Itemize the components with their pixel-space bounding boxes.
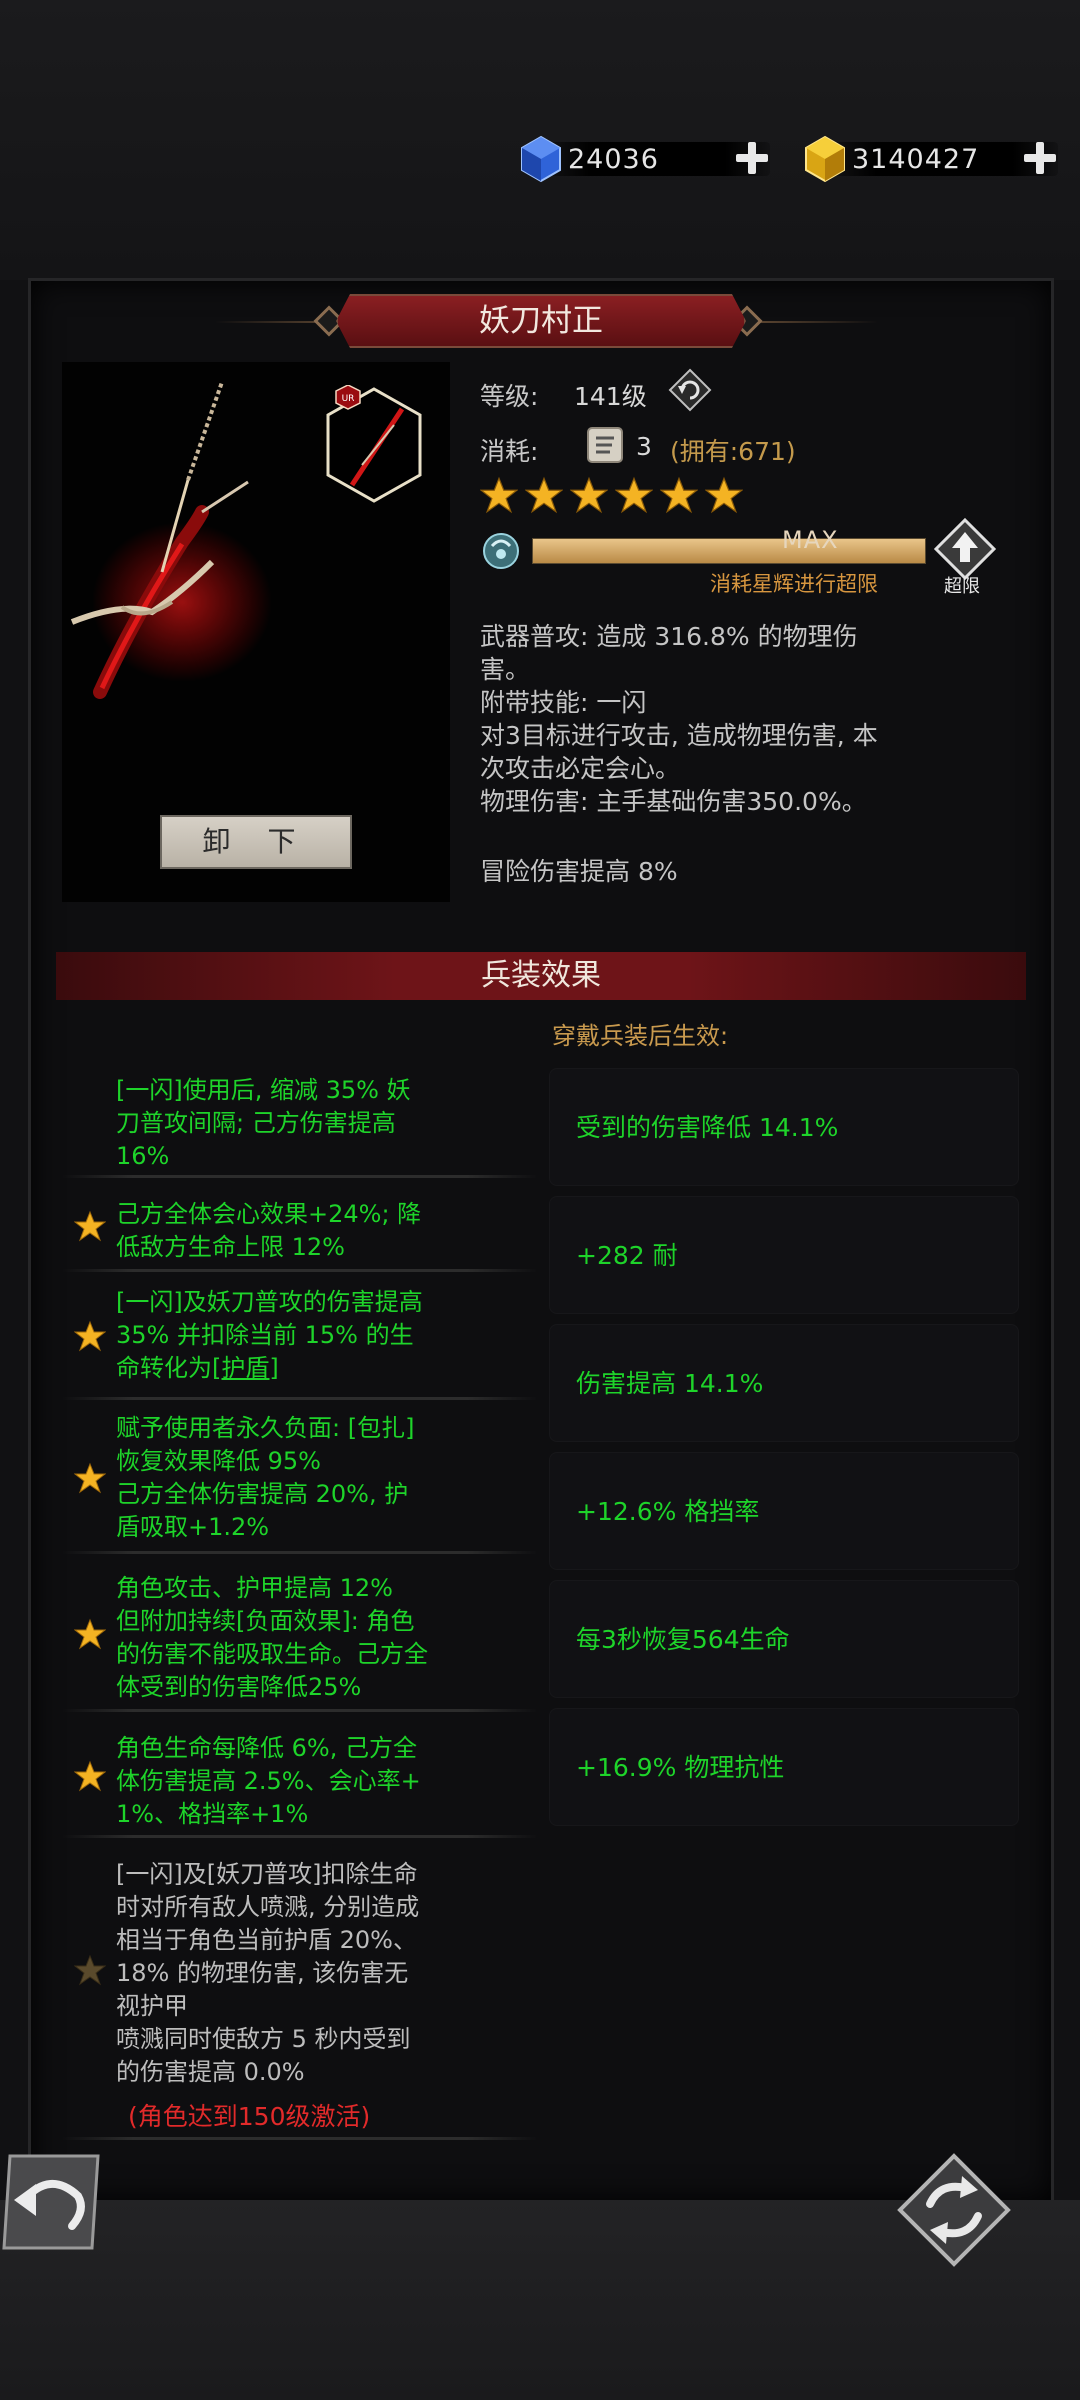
stat-text: +12.6% 格挡率	[576, 1497, 760, 1526]
gold-count: 3140427	[852, 144, 980, 175]
back-arrow-icon[interactable]	[0, 2150, 104, 2254]
effect-line: 己方全体会心效果+24%; 降	[116, 1200, 422, 1228]
star-icon	[74, 1462, 106, 1494]
effect-line: 刀普攻间隔; 己方伤害提高	[116, 1109, 396, 1137]
stat-text: +16.9% 物理抗性	[576, 1753, 785, 1782]
effect-line: 赋予使用者永久负面: [包扎]	[116, 1414, 415, 1442]
effect-line: 喷溅同时使敌方 5 秒内受到	[116, 2025, 411, 2053]
title-ornament-right	[760, 321, 878, 323]
star-essence-icon	[483, 533, 519, 569]
effect-line: 角色攻击、护甲提高 12%	[116, 1574, 393, 1602]
effect-row-1: [一闪]使用后, 缩减 35% 妖 刀普攻间隔; 己方伤害提高 16%	[62, 1064, 538, 1178]
star-icon	[74, 1760, 106, 1792]
effect-line: [一闪]使用后, 缩减 35% 妖	[116, 1076, 411, 1104]
shield-keyword-link[interactable]: [护盾]	[212, 1354, 279, 1382]
effect-line: 相当于角色当前护盾 20%、	[116, 1926, 417, 1954]
effect-row-6: 角色生命每降低 6%, 己方全 体伤害提高 2.5%、会心率+ 1%、格挡率+1…	[62, 1714, 538, 1838]
progress-max-label: MAX	[782, 526, 839, 554]
stat-box: 受到的伤害降低 14.1%	[549, 1068, 1019, 1186]
stat-box: 伤害提高 14.1%	[549, 1324, 1019, 1442]
effect-row-2: 己方全体会心效果+24%; 降 低敌方生命上限 12%	[62, 1180, 538, 1272]
locked-star-icon	[74, 1954, 106, 1986]
effect-line: 的伤害不能吸取生命。己方全	[116, 1640, 428, 1668]
effect-line: 35% 并扣除当前 15% 的生	[116, 1321, 414, 1349]
effect-row-4: 赋予使用者永久负面: [包扎] 恢复效果降低 95% 己方全体伤害提高 20%,…	[62, 1402, 538, 1554]
effects-title: 兵装效果	[481, 958, 601, 993]
effect-line: 体伤害提高 2.5%、会心率+	[116, 1767, 421, 1795]
star-icon	[705, 476, 743, 514]
effect-line: 体受到的伤害降低25%	[116, 1673, 362, 1701]
description-line: 附带技能: 一闪	[480, 688, 647, 717]
level-cycle-icon[interactable]	[668, 368, 712, 412]
upgrade-progress-fill	[533, 539, 925, 563]
stat-box: 每3秒恢复564生命	[549, 1580, 1019, 1698]
wear-effect-label: 穿戴兵装后生效:	[552, 1022, 729, 1050]
star-icon	[480, 476, 518, 514]
effect-line: 角色生命每降低 6%, 己方全	[116, 1734, 417, 1762]
effect-line: [一闪]及[妖刀普攻]扣除生命	[116, 1860, 418, 1888]
effect-line: 时对所有敌人喷溅, 分别造成	[116, 1893, 420, 1921]
gem-currency: 24036	[516, 134, 770, 184]
activation-requirement: (角色达到150级激活)	[128, 2102, 371, 2131]
effect-line: 18% 的物理伤害, 该伤害无	[116, 1959, 409, 1987]
effect-line: 1%、格挡率+1%	[116, 1800, 309, 1828]
description-line: 对3目标进行攻击, 造成物理伤害, 本	[480, 721, 878, 750]
add-gold-button[interactable]	[1022, 140, 1058, 176]
weapon-description: 武器普攻: 造成 316.8% 的物理伤 害。 附带技能: 一闪 对3目标进行攻…	[480, 620, 1020, 818]
add-gems-button[interactable]	[734, 140, 770, 176]
effect-row-5: 角色攻击、护甲提高 12% 但附加持续[负面效果]: 角色 的伤害不能吸取生命。…	[62, 1556, 538, 1712]
description-line: 次攻击必定会心。	[480, 754, 681, 783]
effect-line: 视护甲	[116, 1992, 188, 2020]
material-scroll-icon	[587, 427, 623, 463]
adventure-bonus: 冒险伤害提高 8%	[480, 857, 678, 886]
star-icon	[74, 1618, 106, 1650]
weapon-thumbnail: UR	[326, 385, 422, 503]
description-line: 武器普攻: 造成 316.8% 的物理伤	[480, 622, 858, 651]
exceed-hint: 消耗星辉进行超限	[710, 572, 878, 596]
effect-row-3: [一闪]及妖刀普攻的伤害提高 35% 并扣除当前 15% 的生 命转化为[护盾]	[62, 1274, 538, 1400]
blue-gem-icon	[521, 135, 561, 183]
gold-currency: 3140427	[800, 134, 1058, 184]
star-icon	[525, 476, 563, 514]
stat-box: +282 耐	[549, 1196, 1019, 1314]
stat-text: +282 耐	[576, 1241, 678, 1270]
effect-line: 命转化为	[116, 1354, 212, 1382]
effect-line: 盾吸取+1.2%	[116, 1513, 270, 1541]
stat-box: +16.9% 物理抗性	[549, 1708, 1019, 1826]
weapon-name: 妖刀村正	[479, 303, 603, 339]
star-icon	[660, 476, 698, 514]
effect-line: 恢复效果降低 95%	[116, 1447, 321, 1475]
cost-label: 消耗:	[480, 437, 539, 466]
exceed-label: 超限	[944, 576, 980, 597]
upgrade-progress-bar	[532, 538, 926, 564]
effect-line: 16%	[116, 1142, 170, 1170]
star-icon	[74, 1210, 106, 1242]
description-line: 物理伤害: 主手基础伤害350.0%。	[480, 787, 867, 816]
description-line: 害。	[480, 655, 531, 684]
stat-text: 每3秒恢复564生命	[576, 1625, 790, 1654]
gem-count: 24036	[568, 144, 659, 175]
effect-line: 低敌方生命上限 12%	[116, 1233, 345, 1261]
rarity-badge: UR	[342, 394, 355, 404]
cost-owned: (拥有:671)	[670, 437, 796, 466]
cost-amount: 3	[636, 432, 652, 461]
stat-box: +12.6% 格挡率	[549, 1452, 1019, 1570]
star-icon	[615, 476, 653, 514]
level-label: 等级:	[480, 382, 539, 411]
effect-line: 但附加持续[负面效果]: 角色	[116, 1607, 415, 1635]
stat-text: 受到的伤害降低 14.1%	[576, 1113, 839, 1142]
level-value: 141级	[574, 382, 647, 411]
stat-text: 伤害提高 14.1%	[576, 1369, 764, 1398]
effect-row-7-locked: [一闪]及[妖刀普攻]扣除生命 时对所有敌人喷溅, 分别造成 相当于角色当前护盾…	[62, 1840, 538, 2140]
exceed-arrow-icon[interactable]	[934, 518, 996, 580]
star-icon	[74, 1320, 106, 1352]
gold-gem-icon	[805, 135, 845, 183]
unequip-button[interactable]: 卸 下	[160, 815, 352, 869]
effect-line: 己方全体伤害提高 20%, 护	[116, 1480, 409, 1508]
refresh-icon[interactable]	[896, 2152, 1012, 2268]
effect-line: [一闪]及妖刀普攻的伤害提高	[116, 1288, 423, 1316]
star-rating	[480, 476, 743, 514]
effect-line: 的伤害提高 0.0%	[116, 2058, 305, 2086]
star-icon	[570, 476, 608, 514]
